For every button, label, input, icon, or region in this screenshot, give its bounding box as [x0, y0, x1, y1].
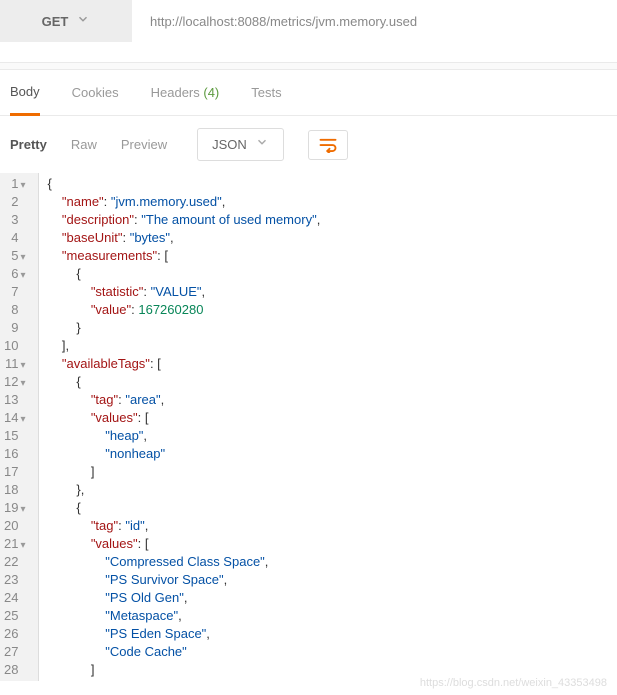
headers-count: (4)	[203, 85, 219, 100]
view-preview[interactable]: Preview	[121, 137, 167, 152]
format-selector[interactable]: JSON	[197, 128, 284, 161]
chevron-down-icon	[255, 135, 269, 154]
tab-body[interactable]: Body	[10, 71, 40, 116]
tab-headers[interactable]: Headers (4)	[151, 70, 220, 115]
request-bar: GET	[0, 0, 617, 42]
chevron-down-icon	[76, 12, 90, 31]
method-label: GET	[42, 14, 69, 29]
code-content[interactable]: { "name": "jvm.memory.used", "descriptio…	[39, 173, 617, 681]
method-selector[interactable]: GET	[0, 0, 132, 42]
format-label: JSON	[212, 137, 247, 152]
separator	[0, 62, 617, 70]
tab-tests[interactable]: Tests	[251, 70, 281, 115]
view-raw[interactable]: Raw	[71, 137, 97, 152]
line-gutter: 1▾2345▾6▾7891011▾12▾1314▾1516171819▾2021…	[0, 173, 39, 681]
line-wrap-button[interactable]	[308, 130, 348, 160]
view-pretty[interactable]: Pretty	[10, 137, 47, 152]
watermark: https://blog.csdn.net/weixin_43353498	[420, 677, 607, 689]
response-toolbar: Pretty Raw Preview JSON	[0, 116, 617, 173]
url-input[interactable]	[132, 0, 617, 42]
response-tabs: Body Cookies Headers (4) Tests	[0, 70, 617, 116]
tab-cookies[interactable]: Cookies	[72, 70, 119, 115]
response-body: 1▾2345▾6▾7891011▾12▾1314▾1516171819▾2021…	[0, 173, 617, 681]
